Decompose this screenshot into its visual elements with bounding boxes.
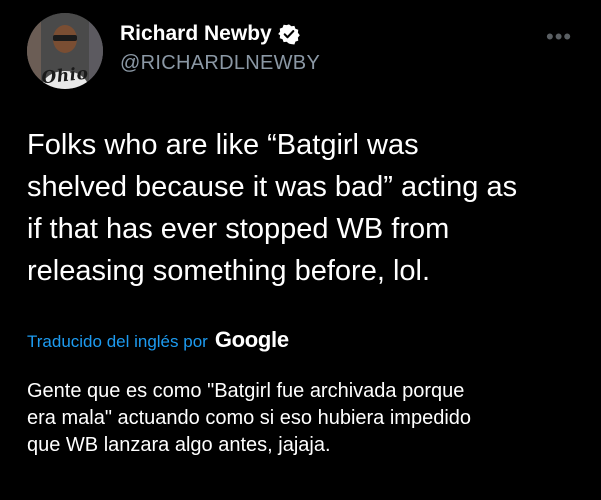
google-logo: Google [214,327,289,352]
avatar[interactable]: Ohio [27,13,103,89]
translated-by-link[interactable]: Traducido del inglés por [27,332,208,352]
tweet-text: Folks who are like “Batgirl was shelved … [27,129,518,287]
author-handle[interactable]: @RICHARDLNEWBY [120,52,320,75]
display-name[interactable]: Richard Newby [120,22,272,46]
more-options-icon[interactable]: ••• [546,24,572,50]
author-name-row: Richard Newby [120,22,300,46]
verified-badge-icon [277,23,300,45]
translated-text: Gente que es como "Batgirl fue archivada… [27,380,472,456]
translation-attribution: Traducido del inglés por Google [27,327,289,353]
